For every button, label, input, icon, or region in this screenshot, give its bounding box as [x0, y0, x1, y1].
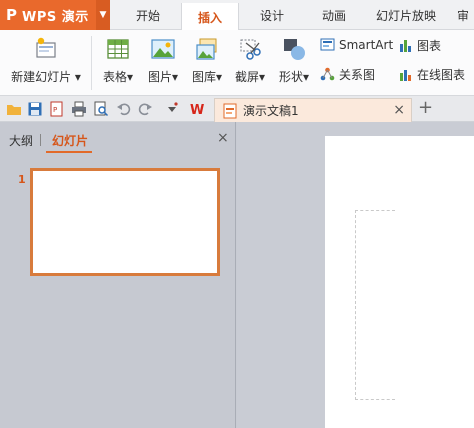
tab-animation[interactable]: 动画: [308, 0, 360, 30]
chevron-down-icon: ▾: [258, 70, 266, 84]
screenshot-label: 截屏: [234, 70, 259, 84]
chart-button[interactable]: 图表: [398, 37, 441, 54]
tab-slideshow[interactable]: 幻灯片放映: [370, 0, 442, 30]
export-pdf-icon[interactable]: P: [49, 101, 65, 117]
relation-diagram-icon: [320, 67, 335, 81]
print-icon[interactable]: [71, 101, 87, 117]
chevron-down-icon: ▾: [302, 70, 310, 84]
tab-outline[interactable]: 大纲: [9, 132, 33, 149]
chevron-down-icon: ▾: [126, 70, 134, 84]
new-slide-icon: [36, 37, 56, 58]
new-tab-button[interactable]: +: [418, 97, 433, 118]
slide-canvas[interactable]: [325, 136, 474, 428]
undo-icon[interactable]: [116, 101, 132, 117]
scissors-icon: [240, 39, 261, 60]
svg-text:W: W: [190, 103, 204, 117]
slide-number: 1: [18, 173, 26, 186]
picture-button[interactable]: 图片▾: [143, 30, 183, 85]
tab-review[interactable]: 审: [452, 0, 474, 30]
online-chart-icon: [400, 70, 411, 81]
app-dropdown-icon[interactable]: ▼: [96, 0, 110, 30]
close-tab-icon[interactable]: ×: [393, 102, 405, 118]
document-tab-label: 演示文稿1: [243, 104, 299, 118]
customize-toolbar-icon[interactable]: [164, 101, 180, 117]
app-menu-button[interactable]: P WPS 演示: [0, 0, 96, 30]
svg-text:P: P: [53, 106, 57, 114]
shapes-icon: [284, 39, 305, 60]
relation-diagram-label: 关系图: [339, 68, 376, 82]
print-preview-icon[interactable]: [93, 101, 109, 117]
picture-icon: [151, 39, 175, 59]
divider: [91, 36, 92, 90]
bar-chart-icon: [400, 40, 411, 52]
content-placeholder[interactable]: [355, 210, 395, 400]
chevron-down-icon: ▾: [74, 70, 81, 84]
redo-icon[interactable]: [137, 101, 153, 117]
online-chart-label: 在线图表: [417, 68, 466, 82]
ribbon: 新建幻灯片 ▾ 表格▾ 图片▾ 图库▾ 截屏▾ 形状▾ SmartArt 图表 …: [0, 30, 474, 96]
smartart-icon: [320, 38, 335, 51]
shape-button[interactable]: 形状▾: [274, 30, 314, 85]
gallery-icon: [196, 38, 217, 60]
gallery-button[interactable]: 图库▾: [187, 30, 227, 85]
wps-logo-icon: P: [6, 6, 17, 24]
close-pane-icon[interactable]: ×: [217, 130, 229, 146]
menu-bar: P WPS 演示 ▼ 开始 插入 设计 动画 幻灯片放映 审: [0, 0, 474, 31]
slide-editor-area: [237, 122, 474, 428]
presentation-file-icon: [223, 103, 237, 118]
chevron-down-icon: ▾: [215, 70, 223, 84]
screenshot-button[interactable]: 截屏▾: [230, 30, 270, 85]
new-slide-button[interactable]: 新建幻灯片 ▾: [8, 30, 84, 85]
slide-thumbnail[interactable]: [30, 168, 220, 276]
app-name: WPS 演示: [22, 9, 89, 25]
shape-label: 形状: [278, 70, 303, 84]
table-label: 表格: [102, 70, 127, 84]
save-icon[interactable]: [27, 101, 43, 117]
relation-diagram-button[interactable]: 关系图: [320, 66, 375, 83]
new-slide-label: 新建幻灯片: [11, 70, 72, 84]
gallery-label: 图库: [191, 70, 216, 84]
table-icon: [107, 39, 129, 59]
chevron-down-icon: ▾: [171, 70, 179, 84]
tab-design[interactable]: 设计: [246, 0, 298, 30]
tab-start[interactable]: 开始: [122, 0, 174, 30]
slides-pane: 大纲 幻灯片 × 1: [0, 122, 236, 428]
table-button[interactable]: 表格▾: [98, 30, 138, 85]
tab-insert[interactable]: 插入: [181, 3, 239, 31]
quick-access-toolbar: P W 演示文稿1 × +: [0, 96, 474, 122]
tab-slides[interactable]: 幻灯片: [52, 132, 88, 149]
wps-home-icon[interactable]: W: [190, 101, 206, 117]
document-tab[interactable]: 演示文稿1 ×: [214, 98, 412, 122]
open-folder-icon[interactable]: [6, 101, 22, 117]
smartart-button[interactable]: SmartArt: [320, 37, 393, 52]
picture-label: 图片: [147, 70, 172, 84]
chart-label: 图表: [417, 39, 442, 53]
divider: [40, 134, 41, 146]
active-tab-indicator: [46, 151, 92, 153]
online-chart-button[interactable]: 在线图表: [398, 66, 465, 83]
smartart-label: SmartArt: [339, 37, 394, 52]
